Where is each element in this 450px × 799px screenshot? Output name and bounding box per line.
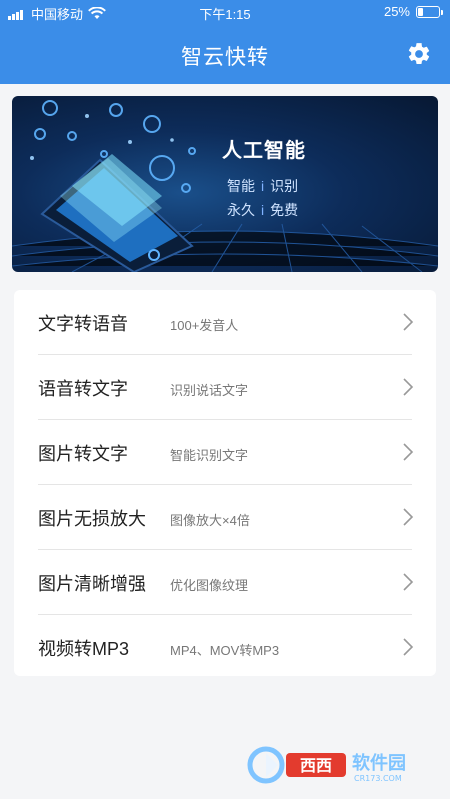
menu-item-label: 图片转文字 (38, 444, 128, 464)
nav-bar: 智云快转 (0, 24, 450, 84)
menu-item-label: 视频转MP3 (38, 639, 130, 659)
chevron-right-icon (403, 638, 414, 656)
menu-item-desc: 智能识别文字 (170, 448, 249, 463)
menu-item-desc: MP4、MOV转MP3 (170, 643, 280, 658)
banner-line-1: 智能 i 识别 (227, 176, 298, 196)
banner-line1-a: 智能 (227, 178, 255, 194)
menu-item-desc: 100+发音人 (170, 318, 239, 333)
chevron-right-icon (403, 378, 414, 396)
banner-line1-b: 识别 (270, 178, 299, 194)
banner-illustration (12, 100, 438, 272)
promo-banner[interactable]: 人工智能 智能 i 识别 永久 i 免费 (12, 96, 438, 272)
menu-item-video-to-mp3[interactable]: 视频转MP3 MP4、MOV转MP3 (14, 615, 436, 680)
watermark-text-part: 软件园 (352, 752, 406, 774)
status-right: 25% (383, 4, 443, 19)
menu-item-desc: 图像放大×4倍 (170, 513, 250, 528)
watermark-logo: 西西 软件园 CR173.COM (247, 746, 406, 784)
chevron-right-icon (403, 443, 414, 461)
menu-item-label: 图片清晰增强 (38, 574, 146, 594)
battery-fill (418, 7, 423, 16)
menu-item-label: 图片无损放大 (38, 509, 146, 529)
menu-item-image-upscale[interactable]: 图片无损放大 图像放大×4倍 (14, 485, 436, 550)
menu-item-image-to-text[interactable]: 图片转文字 智能识别文字 (14, 420, 436, 485)
battery-icon (416, 5, 443, 18)
battery-percent: 25% (383, 4, 410, 19)
menu-item-speech-to-text[interactable]: 语音转文字 识别说话文字 (14, 355, 436, 420)
banner-line-2: 永久 i 免费 (227, 200, 298, 220)
chevron-right-icon (403, 313, 414, 331)
menu-item-label: 语音转文字 (38, 379, 128, 399)
feature-menu: 文字转语音 100+发音人 语音转文字 识别说话文字 图片转文字 智能识别文字 … (14, 290, 436, 676)
watermark-sub: CR173.COM (354, 774, 402, 783)
page-title: 智云快转 (181, 46, 269, 69)
banner-line2-sep: i (261, 202, 265, 218)
banner-title: 人工智能 (222, 140, 306, 162)
status-bar: 中国移动 下午1:15 25% (0, 0, 450, 24)
banner-line1-sep: i (261, 178, 265, 194)
menu-item-desc: 识别说话文字 (170, 383, 249, 398)
gear-icon[interactable] (406, 41, 432, 67)
chevron-right-icon (403, 508, 414, 526)
menu-item-label: 文字转语音 (38, 314, 128, 334)
watermark-text-part: 西西 (300, 756, 332, 775)
chevron-right-icon (403, 573, 414, 591)
banner-line2-b: 免费 (270, 202, 299, 218)
menu-item-text-to-speech[interactable]: 文字转语音 100+发音人 (14, 290, 436, 355)
menu-item-image-enhance[interactable]: 图片清晰增强 优化图像纹理 (14, 550, 436, 615)
status-time: 下午1:15 (199, 7, 251, 22)
menu-item-desc: 优化图像纹理 (170, 578, 249, 593)
banner-line2-a: 永久 (227, 202, 255, 218)
